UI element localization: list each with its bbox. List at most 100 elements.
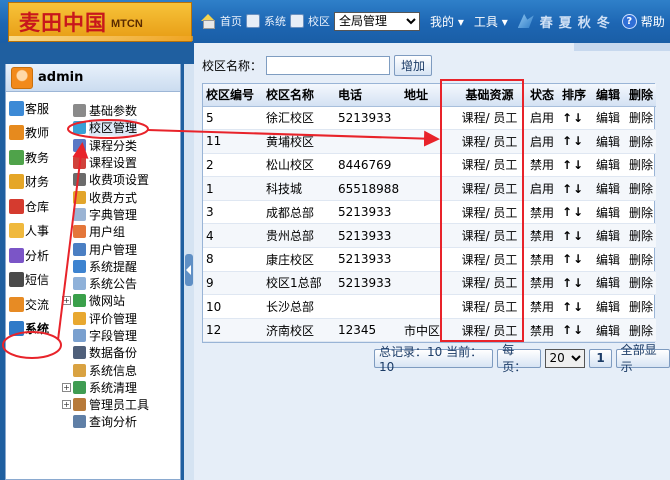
home-icon[interactable] [200,14,216,29]
table-cell[interactable]: 删除 [626,176,656,201]
tree-item[interactable]: + 微网站 [62,292,180,309]
table-cell[interactable]: 删除 [626,106,656,131]
table-cell[interactable]: 课程/ 员工 [449,247,527,272]
tree-item[interactable]: 用户组 [62,223,180,240]
table-cell[interactable]: 删除 [626,294,656,319]
column-header[interactable]: 状态 [527,84,559,107]
table-cell[interactable]: 课程/ 员工 [449,271,527,296]
system-link[interactable]: 系统 [264,13,286,29]
table-cell[interactable]: 删除 [626,223,656,249]
table-cell[interactable]: 编辑 [593,153,626,178]
column-header[interactable]: 基础资源 [449,84,527,107]
tree-item[interactable]: 系统提醒 [62,258,180,275]
current-page-button[interactable]: 1 [589,348,612,368]
table-cell[interactable]: 编辑 [593,223,626,249]
table-cell[interactable]: 编辑 [593,106,626,131]
module-8[interactable]: 交流 [6,292,58,316]
tree-item[interactable]: 校区管理 [62,119,180,137]
theme-winter[interactable]: 冬 [597,12,610,31]
campus-icon[interactable] [290,14,304,28]
collapse-panel-icon[interactable] [185,254,193,286]
add-campus-button[interactable]: 增加 [394,54,433,76]
table-cell[interactable]: 编辑 [593,294,626,319]
tree-item[interactable]: 收费方式 [62,188,180,205]
theme-summer[interactable]: 夏 [559,12,572,31]
tree-item[interactable]: 系统公告 [62,275,180,292]
column-header[interactable]: 校区编号 [203,84,263,107]
module-3[interactable]: 财务 [6,170,58,194]
help-icon[interactable]: ? [621,13,637,29]
table-cell[interactable]: 编辑 [593,200,626,225]
module-9[interactable]: 系统 [6,317,58,341]
module-5[interactable]: 人事 [6,219,58,243]
system-icon[interactable] [246,14,260,28]
tree-item[interactable]: 评价管理 [62,310,180,327]
module-1[interactable]: 教师 [6,121,58,145]
table-cell[interactable]: 删除 [626,129,656,154]
show-all-button[interactable]: 全部显示 [615,343,670,374]
module-2[interactable]: 教务 [6,145,58,169]
column-header[interactable]: 校区名称 [263,84,335,107]
table-cell[interactable]: ↑↓ [559,271,593,296]
table-cell[interactable]: ↑↓ [559,294,593,319]
table-cell[interactable]: 删除 [626,247,656,272]
expand-icon[interactable]: + [62,382,71,392]
tree-item[interactable]: 课程分类 [62,137,180,154]
table-cell[interactable]: 删除 [626,200,656,225]
table-cell[interactable]: ↑↓ [559,223,593,249]
help-link[interactable]: 帮助 [641,13,665,30]
table-cell[interactable]: 课程/ 员工 [449,106,527,131]
table-cell[interactable]: 课程/ 员工 [449,176,527,201]
expand-icon[interactable]: + [62,400,71,410]
home-link[interactable]: 首页 [220,13,242,29]
tree-item[interactable]: 数据备份 [62,344,180,361]
table-cell[interactable]: ↑↓ [559,247,593,272]
tree-item[interactable]: 字典管理 [62,206,180,223]
table-cell[interactable]: ↑↓ [559,176,593,201]
column-header[interactable]: 编辑 [593,84,626,107]
column-header[interactable]: 地址 [401,84,449,107]
menu-tools[interactable]: 工具 ▾ [474,13,508,30]
tree-item[interactable]: 字段管理 [62,327,180,344]
module-0[interactable]: 客服 [6,96,58,120]
per-page-select[interactable]: 20 [544,348,586,368]
module-6[interactable]: 分析 [6,243,58,267]
expand-icon[interactable]: + [62,296,71,306]
menu-mine[interactable]: 我的 ▾ [430,13,464,30]
module-7[interactable]: 短信 [6,268,58,292]
campus-link[interactable]: 校区 [308,13,330,29]
table-cell[interactable]: 课程/ 员工 [449,223,527,249]
table-cell[interactable]: 删除 [626,153,656,178]
table-cell[interactable]: ↑↓ [559,129,593,154]
table-cell[interactable]: 删除 [626,271,656,296]
panel-splitter[interactable] [184,64,194,480]
table-cell[interactable]: 课程/ 员工 [449,318,527,343]
table-cell[interactable]: 编辑 [593,271,626,296]
table-cell[interactable]: 删除 [626,318,656,343]
table-cell[interactable]: ↑↓ [559,200,593,225]
tree-item[interactable]: 课程设置 [62,154,180,171]
table-cell[interactable]: 编辑 [593,129,626,154]
table-cell[interactable]: 课程/ 员工 [449,153,527,178]
column-header[interactable]: 删除 [626,84,656,107]
campus-select[interactable]: 全局管理 [334,11,420,31]
tree-item[interactable]: 基础参数 [62,102,180,119]
campus-name-input[interactable] [266,55,391,75]
tree-item[interactable]: + 管理员工具 [62,396,180,413]
table-cell[interactable]: 编辑 [593,247,626,272]
tree-item[interactable]: 系统信息 [62,361,180,378]
column-header[interactable]: 电话 [335,84,401,107]
theme-spring[interactable]: 春 [540,12,553,31]
tree-item[interactable]: 收费项设置 [62,171,180,188]
table-cell[interactable]: ↑↓ [559,318,593,343]
tree-item[interactable]: + 系统清理 [62,379,180,396]
tree-item[interactable]: 用户管理 [62,240,180,257]
module-4[interactable]: 仓库 [6,194,58,218]
tree-item[interactable]: 查询分析 [62,413,180,430]
table-cell[interactable]: 编辑 [593,318,626,343]
table-cell[interactable]: 编辑 [593,176,626,201]
table-cell[interactable]: 课程/ 员工 [449,129,527,154]
theme-autumn[interactable]: 秋 [578,12,591,31]
table-cell[interactable]: 课程/ 员工 [449,294,527,319]
table-cell[interactable]: ↑↓ [559,153,593,178]
